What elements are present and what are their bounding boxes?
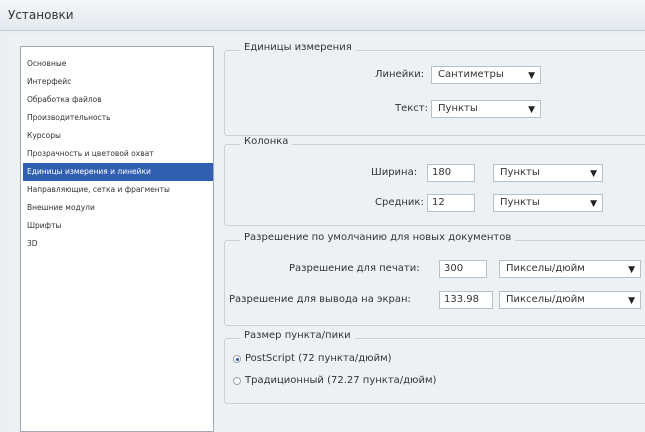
- gutter-label: Средник:: [375, 197, 424, 208]
- chevron-down-icon: ▼: [590, 199, 597, 209]
- column-legend: Колонка: [240, 136, 293, 147]
- print-resolution-unit-select[interactable]: Пикселы/дюйм ▼: [499, 260, 641, 278]
- chevron-down-icon: ▼: [528, 105, 535, 115]
- width-label: Ширина:: [371, 167, 418, 178]
- text-units-select[interactable]: Пункты ▼: [431, 100, 541, 118]
- point-size-legend: Размер пункта/пики: [240, 330, 355, 341]
- text-label: Текст:: [395, 103, 428, 114]
- dialog-body: Основные Интерфейс Обработка файлов Прои…: [8, 34, 645, 432]
- column-group: Колонка Ширина: 180 Пункты ▼ Средник: 12…: [224, 136, 645, 226]
- window-title: Установки: [8, 8, 74, 22]
- resolution-group: Разрешение по умолчанию для новых докуме…: [224, 232, 645, 326]
- category-list: Основные Интерфейс Обработка файлов Прои…: [20, 46, 214, 432]
- gutter-unit-select[interactable]: Пункты ▼: [493, 194, 603, 212]
- sidebar-item-units[interactable]: Единицы измерения и линейки: [23, 163, 213, 181]
- screen-resolution-label: Разрешение для вывода на экран:: [229, 294, 411, 305]
- settings-panel: Единицы измерения Линейки: Сантиметры ▼ …: [218, 34, 645, 432]
- sidebar-item-guides[interactable]: Направляющие, сетка и фрагменты: [27, 181, 215, 199]
- rulers-select[interactable]: Сантиметры ▼: [431, 66, 541, 84]
- rulers-value: Сантиметры: [438, 69, 504, 80]
- sidebar-item-file-handling[interactable]: Обработка файлов: [27, 91, 215, 109]
- width-input[interactable]: 180: [427, 164, 475, 182]
- screen-resolution-input[interactable]: 133.98: [439, 291, 493, 309]
- point-size-group: Размер пункта/пики PostScript (72 пункта…: [224, 330, 645, 404]
- chevron-down-icon: ▼: [628, 296, 635, 306]
- print-resolution-label: Разрешение для печати:: [289, 263, 420, 274]
- preferences-window: Установки Основные Интерфейс Обработка ф…: [0, 0, 645, 432]
- postscript-label: PostScript (72 пункта/дюйм): [245, 353, 392, 364]
- units-legend: Единицы измерения: [240, 42, 356, 53]
- units-group: Единицы измерения Линейки: Сантиметры ▼ …: [224, 42, 645, 136]
- postscript-radio[interactable]: [233, 355, 241, 363]
- text-units-value: Пункты: [438, 103, 478, 114]
- sidebar-item-3d[interactable]: 3D: [27, 235, 215, 253]
- sidebar-item-general[interactable]: Основные: [27, 55, 215, 73]
- width-unit-value: Пункты: [500, 167, 540, 178]
- sidebar-item-type[interactable]: Шрифты: [27, 217, 215, 235]
- gutter-unit-value: Пункты: [500, 197, 540, 208]
- sidebar-item-plugins[interactable]: Внешние модули: [27, 199, 215, 217]
- screen-resolution-unit-value: Пикселы/дюйм: [506, 294, 585, 305]
- gutter-input[interactable]: 12: [427, 194, 475, 212]
- print-resolution-unit-value: Пикселы/дюйм: [506, 263, 585, 274]
- chevron-down-icon: ▼: [528, 71, 535, 81]
- traditional-radio[interactable]: [233, 377, 241, 385]
- sidebar-item-cursors[interactable]: Курсоры: [27, 127, 215, 145]
- screen-resolution-unit-select[interactable]: Пикселы/дюйм ▼: [499, 291, 641, 309]
- title-bar: Установки: [0, 0, 645, 31]
- chevron-down-icon: ▼: [590, 169, 597, 179]
- width-unit-select[interactable]: Пункты ▼: [493, 164, 603, 182]
- sidebar-item-transparency[interactable]: Прозрачность и цветовой охват: [27, 145, 215, 163]
- sidebar-item-interface[interactable]: Интерфейс: [27, 73, 215, 91]
- resolution-legend: Разрешение по умолчанию для новых докуме…: [240, 232, 516, 243]
- chevron-down-icon: ▼: [628, 265, 635, 275]
- print-resolution-input[interactable]: 300: [439, 260, 487, 278]
- traditional-label: Традиционный (72.27 пункта/дюйм): [245, 375, 437, 386]
- rulers-label: Линейки:: [375, 69, 425, 80]
- sidebar-item-performance[interactable]: Производительность: [27, 109, 215, 127]
